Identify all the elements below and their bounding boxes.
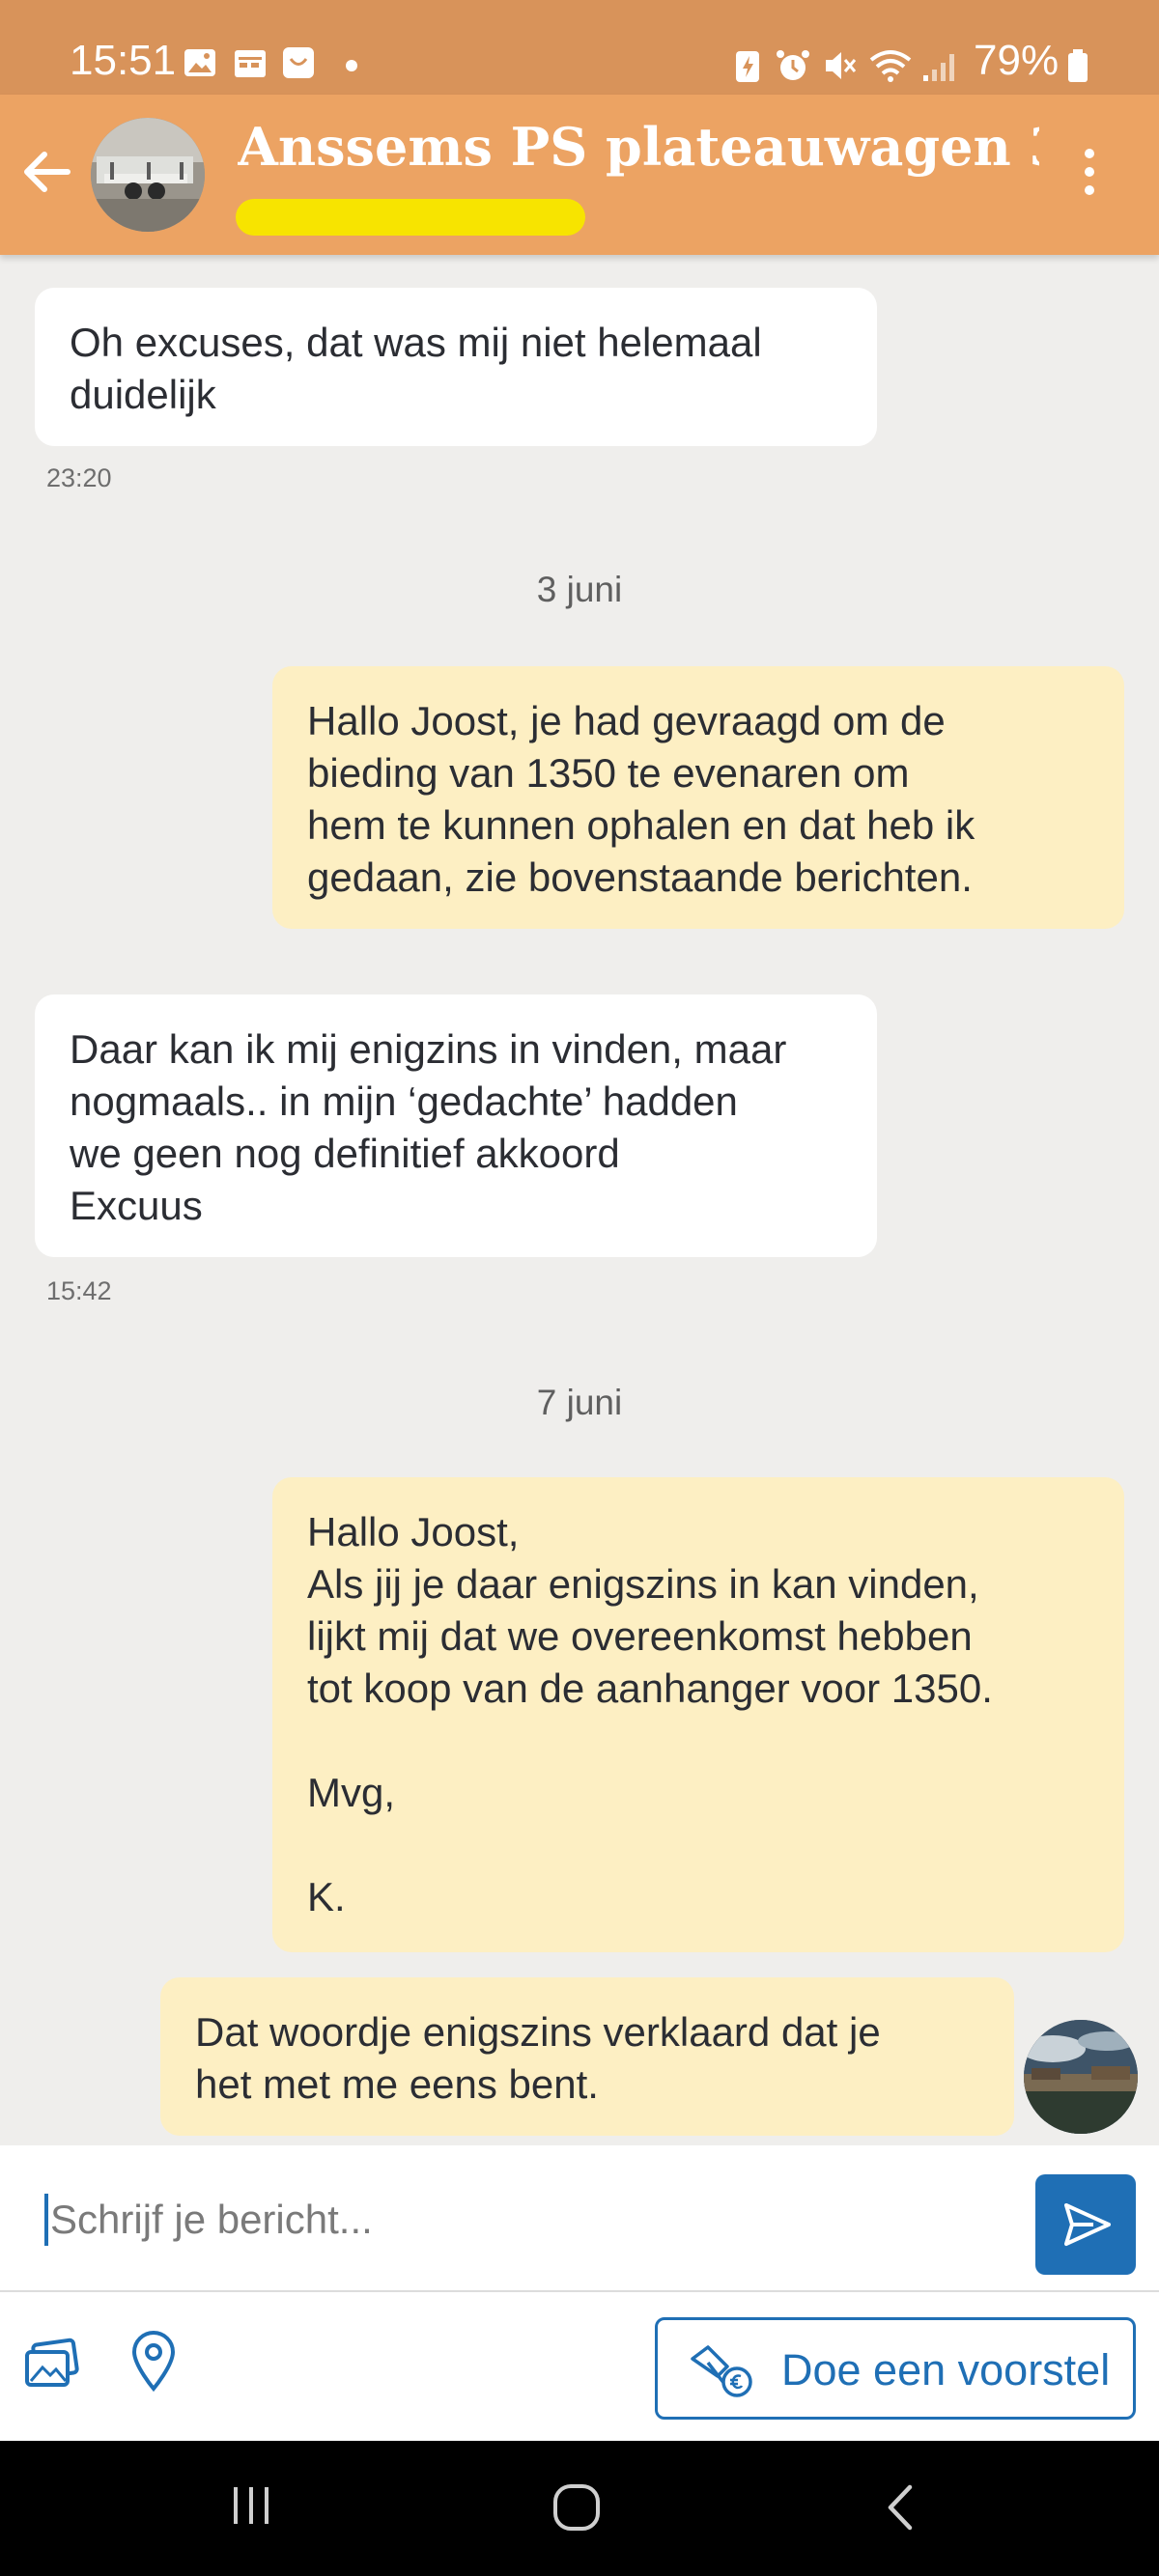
gallery-icon [184, 49, 215, 76]
message-input[interactable]: Schrijf je bericht... [44, 2194, 373, 2246]
subtitle-highlight [236, 199, 585, 236]
composer-actions: Doe een voorstel [0, 2292, 1159, 2441]
user-avatar [1024, 2020, 1138, 2134]
listing-avatar[interactable] [91, 118, 205, 232]
chat-title: Anssems PS plateauwagen 3... [238, 116, 1039, 178]
offer-hand-icon [691, 2345, 752, 2397]
recent-apps-icon[interactable] [228, 2481, 276, 2530]
back-nav-icon[interactable] [877, 2481, 925, 2534]
send-icon [1064, 2203, 1111, 2246]
alarm-icon [777, 50, 809, 80]
message-list[interactable]: Oh excuses, dat was mij niet helemaal du… [0, 255, 1159, 2145]
photo-icon[interactable] [23, 2335, 81, 2393]
app-icon [283, 47, 314, 78]
mute-icon [826, 52, 857, 79]
outgoing-message: Hallo Joost, je had gevraagd om de biedi… [272, 666, 1124, 929]
battery-saver-icon [736, 51, 759, 82]
date-separator: 3 juni [536, 570, 623, 609]
battery-level: 79% [974, 37, 1060, 84]
back-arrow-icon[interactable] [19, 145, 73, 199]
system-nav-bar [0, 2441, 1159, 2576]
user-avatar-photo [1024, 2020, 1138, 2134]
calendar-icon [235, 50, 266, 77]
date-separator: 7 juni [536, 1383, 623, 1422]
message-time: 15:42 [46, 1276, 112, 1305]
battery-icon [1068, 49, 1088, 82]
status-time: 15:51 [70, 37, 177, 84]
incoming-message: Daar kan ik mij enigzins in vinden, maar… [35, 994, 877, 1257]
send-button[interactable] [1035, 2174, 1136, 2275]
trailer-photo [91, 118, 205, 232]
status-bar: 15:51 79% [0, 0, 1159, 95]
make-offer-label: Doe een voorstel [781, 2345, 1111, 2394]
outgoing-message: Hallo Joost, Als jij je daar enigszins i… [272, 1477, 1124, 1952]
location-pin-icon[interactable] [129, 2331, 178, 2393]
home-icon[interactable] [551, 2481, 603, 2534]
message-time: 23:20 [46, 463, 112, 492]
wifi-icon [869, 50, 912, 82]
notification-dot [346, 60, 357, 71]
chat-header: Anssems PS plateauwagen 3... [0, 95, 1159, 255]
incoming-message: Oh excuses, dat was mij niet helemaal du… [35, 288, 877, 446]
composer: Schrijf je bericht... [0, 2145, 1159, 2292]
outgoing-message: Dat woordje enigszins verklaard dat je h… [160, 1977, 1014, 2136]
overflow-menu-icon[interactable] [1078, 149, 1101, 203]
signal-icon [923, 54, 954, 81]
make-offer-button[interactable]: Doe een voorstel [655, 2317, 1136, 2420]
